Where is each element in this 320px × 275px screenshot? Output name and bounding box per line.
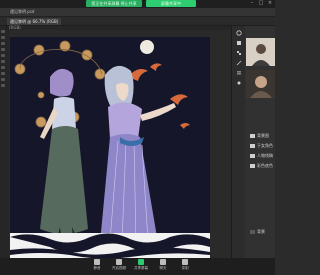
- eyedropper-tool-icon[interactable]: [1, 54, 5, 57]
- document-tab[interactable]: 遇见黎明 @ 66.7% (RGB): [7, 18, 62, 25]
- record-button[interactable]: 录制: [176, 259, 194, 271]
- app-window: 您正在共享屏幕 停止共享 屏幕共享中 – □ × 遇见黎明.psd 遇见黎明 @…: [0, 0, 275, 275]
- screen-share-banner[interactable]: 您正在共享屏幕 停止共享: [86, 0, 142, 7]
- participant-video-2[interactable]: [246, 70, 275, 98]
- mute-button[interactable]: 静音: [88, 259, 106, 271]
- marquee-tool-icon[interactable]: [1, 36, 5, 39]
- maximize-icon[interactable]: □: [258, 1, 264, 6]
- moon-shape: [140, 40, 154, 54]
- video-button[interactable]: 开启视频: [110, 259, 128, 271]
- participant-avatar-2: [246, 70, 275, 98]
- folder-icon: [250, 154, 255, 158]
- eraser-tool-icon[interactable]: [1, 66, 5, 69]
- move-tool-icon[interactable]: [1, 30, 5, 33]
- share-screen-icon: [138, 259, 144, 265]
- lasso-tool-icon[interactable]: [1, 42, 5, 45]
- layer-row[interactable]: 人物线稿: [246, 152, 275, 159]
- layer-row[interactable]: 背景图: [246, 132, 275, 139]
- chat-icon: [160, 259, 166, 265]
- microphone-icon: [94, 259, 100, 265]
- participant-video-1[interactable]: [246, 38, 275, 66]
- adjustments-icon[interactable]: [236, 60, 242, 66]
- artwork-illustration[interactable]: [10, 37, 210, 258]
- participant-avatar-1: [246, 38, 275, 66]
- panel-icon-strip: [231, 26, 246, 258]
- brush-tool-icon[interactable]: [1, 60, 5, 63]
- chat-button[interactable]: 聊天: [154, 259, 172, 271]
- layer-row[interactable]: 彩色底色: [246, 162, 275, 169]
- layer-row-background[interactable]: 背景: [246, 228, 275, 235]
- layer-row[interactable]: 于女角色: [246, 142, 275, 149]
- hand-tool-icon[interactable]: [1, 78, 5, 81]
- minimize-icon[interactable]: –: [249, 1, 255, 6]
- history-icon[interactable]: [236, 30, 242, 36]
- close-icon[interactable]: ×: [267, 1, 273, 6]
- folder-icon: [250, 134, 255, 138]
- zoom-tool-icon[interactable]: [1, 84, 5, 87]
- document-title: 遇见黎明.psd: [10, 9, 35, 14]
- swatches-icon[interactable]: [236, 50, 242, 56]
- folder-icon: [250, 144, 255, 148]
- record-icon: [182, 259, 188, 265]
- color-icon[interactable]: [236, 40, 242, 46]
- water-reflection: [10, 233, 210, 258]
- properties-icon[interactable]: [236, 70, 242, 76]
- image-icon: [250, 230, 255, 234]
- brush-settings-icon[interactable]: [236, 80, 242, 86]
- crop-tool-icon[interactable]: [1, 48, 5, 51]
- folder-icon: [250, 164, 255, 168]
- text-tool-icon[interactable]: [1, 72, 5, 75]
- menu-bar: [0, 8, 275, 17]
- camera-icon: [116, 259, 122, 265]
- share-screen-button[interactable]: 共享屏幕: [132, 259, 150, 271]
- recording-banner[interactable]: 屏幕共享中: [146, 0, 196, 7]
